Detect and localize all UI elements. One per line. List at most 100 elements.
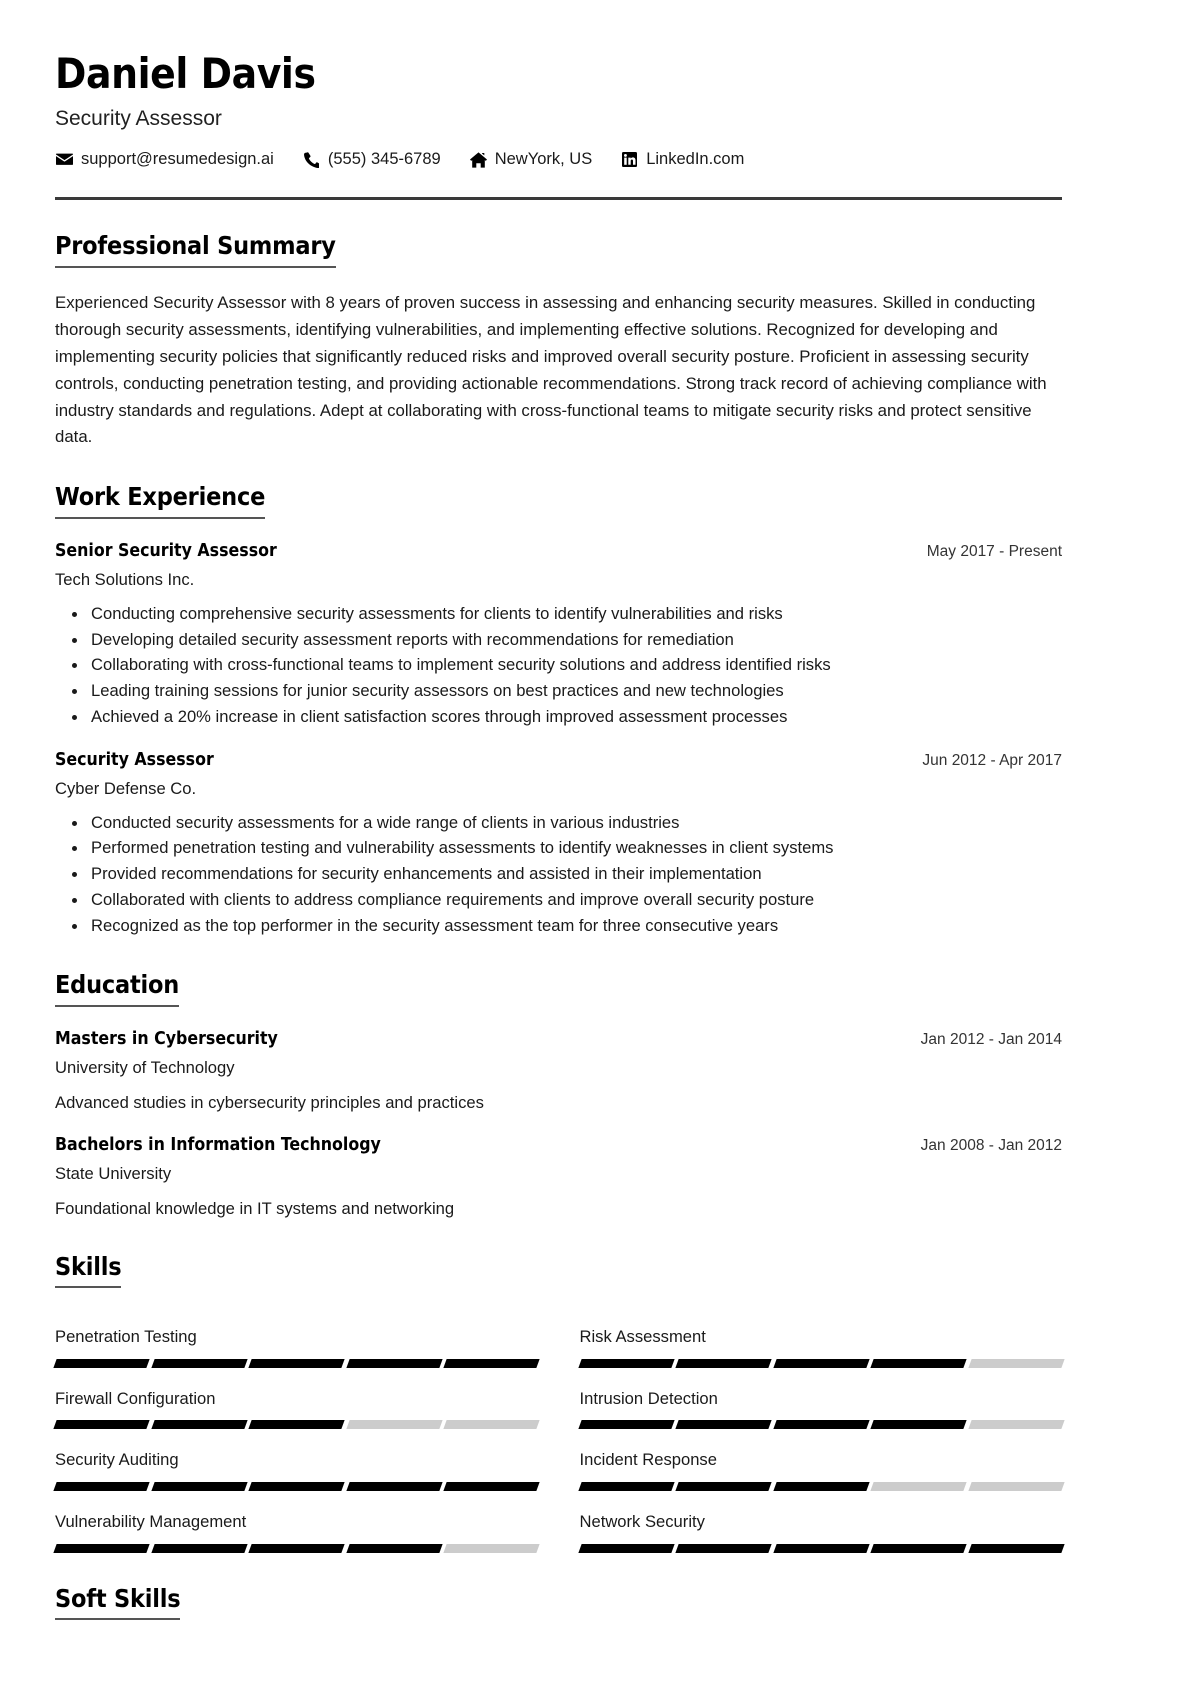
skill-level-bar xyxy=(53,1543,540,1553)
skill-level-segment xyxy=(870,1358,967,1368)
skill-level-segment xyxy=(150,1481,247,1491)
education-school: University of Technology xyxy=(55,1057,235,1077)
education-entry-header: Masters in Cybersecurity Jan 2012 - Jan … xyxy=(55,1029,1062,1051)
skill-level-segment xyxy=(870,1481,967,1491)
skill-level-segment xyxy=(443,1543,540,1553)
phone-icon xyxy=(302,151,321,168)
skill-level-segment xyxy=(577,1420,674,1430)
contact-phone-text: (555) 345-6789 xyxy=(327,150,441,169)
contact-location[interactable]: NewYork, US xyxy=(469,150,593,169)
experience-company: Tech Solutions Inc. xyxy=(55,570,195,590)
experience-role: Senior Security Assessor xyxy=(55,541,277,562)
skill-level-segment xyxy=(967,1420,1064,1430)
candidate-name: Daniel Davis xyxy=(55,49,316,98)
education-school: State University xyxy=(55,1163,172,1183)
skill-level-segment xyxy=(675,1358,772,1368)
experience-entry-header: Senior Security Assessor May 2017 - Pres… xyxy=(55,541,1062,563)
section-education: Education Masters in Cybersecurity Jan 2… xyxy=(55,970,1062,1221)
experience-entry-header: Security Assessor Jun 2012 - Apr 2017 xyxy=(55,750,1062,772)
experience-entry: Security Assessor Jun 2012 - Apr 2017 Cy… xyxy=(55,750,1062,939)
education-entry: Bachelors in Information Technology Jan … xyxy=(55,1135,1062,1221)
skill-level-segment xyxy=(53,1481,150,1491)
experience-bullets: Conducting comprehensive security assess… xyxy=(55,601,1062,730)
education-degree: Bachelors in Information Technology xyxy=(55,1134,381,1155)
skill-level-segment xyxy=(675,1543,772,1553)
skill-name: Intrusion Detection xyxy=(579,1388,718,1408)
skill-level-segment xyxy=(443,1420,540,1430)
education-degree: Masters in Cybersecurity xyxy=(55,1028,278,1049)
list-item: Collaborating with cross-functional team… xyxy=(72,652,1062,678)
list-item: Conducted security assessments for a wid… xyxy=(72,810,1062,836)
contact-location-text: NewYork, US xyxy=(494,150,593,169)
contact-linkedin-text: LinkedIn.com xyxy=(646,150,745,169)
skill-name: Incident Response xyxy=(579,1450,717,1470)
skill-level-bar xyxy=(577,1358,1064,1368)
skill-item: Penetration Testing xyxy=(53,1306,540,1368)
skill-level-segment xyxy=(248,1481,345,1491)
contact-phone[interactable]: (555) 345-6789 xyxy=(302,150,441,169)
skill-name: Firewall Configuration xyxy=(55,1388,216,1408)
education-date: Jan 2008 - Jan 2012 xyxy=(920,1136,1062,1154)
linkedin-icon xyxy=(620,151,639,168)
skill-level-segment xyxy=(345,1358,442,1368)
skill-level-segment xyxy=(345,1543,442,1553)
education-entry: Masters in Cybersecurity Jan 2012 - Jan … xyxy=(55,1029,1062,1115)
skill-level-segment xyxy=(577,1358,674,1368)
skill-level-segment xyxy=(248,1543,345,1553)
section-title-summary: Professional Summary xyxy=(55,232,336,269)
list-item: Provided recommendations for security en… xyxy=(72,861,1062,887)
list-item: Conducting comprehensive security assess… xyxy=(72,601,1062,627)
skill-level-segment xyxy=(443,1481,540,1491)
skill-level-bar xyxy=(577,1543,1064,1553)
section-title-skills: Skills xyxy=(55,1252,122,1289)
skill-name: Network Security xyxy=(579,1511,705,1531)
list-item: Leading training sessions for junior sec… xyxy=(72,678,1062,704)
skill-level-segment xyxy=(772,1481,869,1491)
skill-level-segment xyxy=(967,1481,1064,1491)
summary-text: Experienced Security Assessor with 8 yea… xyxy=(55,293,1047,447)
skill-level-segment xyxy=(870,1543,967,1553)
contact-email[interactable]: support@resumedesign.ai xyxy=(55,150,274,169)
contact-linkedin[interactable]: LinkedIn.com xyxy=(620,150,744,169)
education-date: Jan 2012 - Jan 2014 xyxy=(920,1030,1062,1048)
skill-item: Risk Assessment xyxy=(577,1306,1064,1368)
skill-level-segment xyxy=(345,1420,442,1430)
skill-name: Risk Assessment xyxy=(579,1327,706,1347)
experience-bullets: Conducted security assessments for a wid… xyxy=(55,810,1062,939)
skill-level-segment xyxy=(675,1420,772,1430)
section-title-education: Education xyxy=(55,970,179,1007)
skill-level-segment xyxy=(150,1420,247,1430)
skill-level-bar xyxy=(53,1481,540,1491)
skill-level-segment xyxy=(577,1543,674,1553)
skill-name: Penetration Testing xyxy=(55,1327,197,1347)
education-description: Advanced studies in cybersecurity princi… xyxy=(55,1093,484,1113)
header-divider xyxy=(55,197,1062,201)
candidate-job-title: Security Assessor xyxy=(55,107,222,131)
skill-level-segment xyxy=(772,1420,869,1430)
list-item: Achieved a 20% increase in client satisf… xyxy=(72,704,1062,730)
section-title-work-experience: Work Experience xyxy=(55,483,265,520)
skill-level-bar xyxy=(53,1358,540,1368)
skill-level-bar xyxy=(577,1481,1064,1491)
list-item: Performed penetration testing and vulner… xyxy=(72,835,1062,861)
skill-item: Security Auditing xyxy=(53,1429,540,1491)
experience-entry: Senior Security Assessor May 2017 - Pres… xyxy=(55,541,1062,730)
skill-level-segment xyxy=(772,1358,869,1368)
skill-level-segment xyxy=(967,1358,1064,1368)
section-skills: Skills Penetration Testing Risk Assessmen… xyxy=(53,1252,1064,1553)
experience-date: May 2017 - Present xyxy=(926,543,1062,561)
skill-level-segment xyxy=(345,1481,442,1491)
skill-level-segment xyxy=(150,1358,247,1368)
education-entry-header: Bachelors in Information Technology Jan … xyxy=(55,1135,1062,1157)
section-professional-summary: Professional Summary Experienced Securit… xyxy=(55,232,1062,451)
skill-item: Vulnerability Management xyxy=(53,1491,540,1553)
resume-page: Daniel Davis Security Assessor support@r… xyxy=(0,0,1200,1684)
contact-row: support@resumedesign.ai (555) 345-6789 N… xyxy=(55,150,1062,169)
skill-name: Vulnerability Management xyxy=(55,1511,247,1531)
skill-item: Network Security xyxy=(577,1491,1064,1553)
list-item: Developing detailed security assessment … xyxy=(72,627,1062,653)
contact-email-text: support@resumedesign.ai xyxy=(81,150,274,169)
skill-level-segment xyxy=(967,1543,1064,1553)
education-description: Foundational knowledge in IT systems and… xyxy=(55,1199,455,1219)
skill-level-bar xyxy=(53,1420,540,1430)
